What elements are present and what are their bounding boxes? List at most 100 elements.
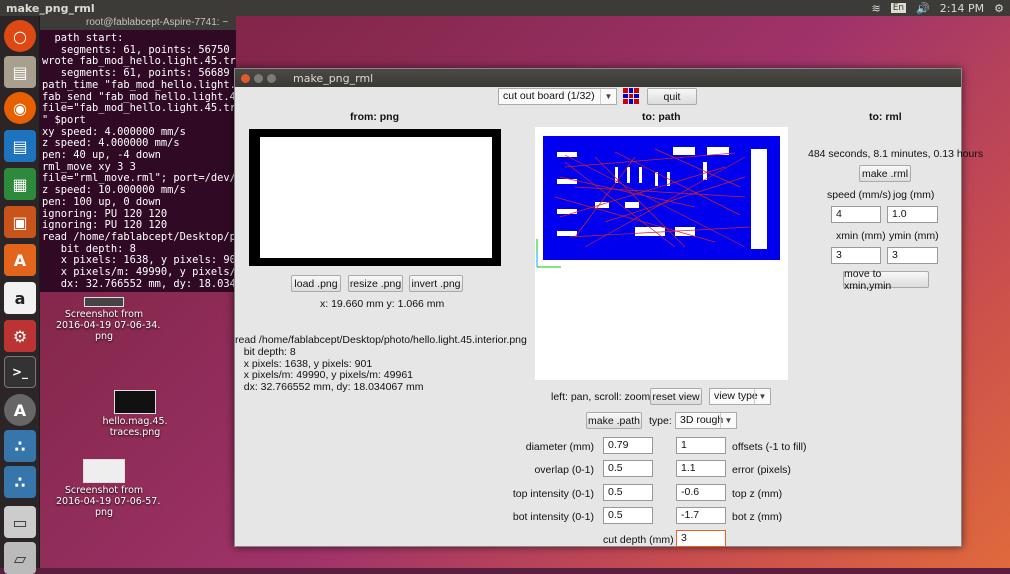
quit-button[interactable]: quit [647,88,697,105]
launcher: ○ ▤ ◉ ▤ ▦ ▣ A a ⚙ >_ A ∴ ∴ ▭ ▱ [0,16,40,574]
desktop-file-screenshot-2[interactable]: Screenshot from 2016-04-19 07-06-57. png [56,459,161,518]
terminal-line: x pixels/m: 49990, y pixels/m: [42,266,236,279]
pad-column [751,149,767,249]
view-type-select[interactable]: view type ▼ [709,388,771,405]
files-icon[interactable]: ▤ [4,56,36,88]
terminal-titlebar[interactable]: root@fablabcept-Aspire-7741: ~ [40,16,236,30]
path-type-select[interactable]: 3D rough ▼ [675,412,737,429]
window-titlebar[interactable]: make_png_rml [235,69,961,87]
wifi-icon[interactable]: ≋ [871,2,880,15]
jog-input[interactable]: 1.0 [887,206,938,223]
desktop-file-screenshot-1[interactable]: Screenshot from 2016-04-19 07-06-34. png [56,297,161,342]
cut-depth-input[interactable]: 3 [676,530,726,547]
writer-icon[interactable]: ▤ [4,130,36,162]
path-type-value: 3D rough [680,414,724,426]
minimize-icon[interactable] [254,73,263,83]
settings-icon[interactable]: ⚙ [4,320,36,352]
param-input[interactable]: 1.1 [676,460,726,477]
drive-icon[interactable]: ▭ [4,506,36,538]
terminal-window[interactable]: root@fablabcept-Aspire-7741: ~ path star… [40,16,236,292]
param-label: overlap (0-1) [534,464,594,476]
reset-view-button[interactable]: reset view [650,388,702,405]
window-title: make_png_rml [293,71,374,85]
chevron-down-icon: ▼ [600,89,616,104]
param-input[interactable]: 0.5 [603,460,653,477]
process-select-value: cut out board (1/32) [503,90,595,102]
make-png-rml-window[interactable]: make_png_rml cut out board (1/32) ▼ quit… [234,68,983,547]
terminal-line: dx: 32.766552 mm, dy: 18.034067 [42,277,236,290]
load-png-button[interactable]: load .png [291,275,341,292]
view-type-value: view type [714,390,758,402]
move-to-xmin-ymin-button[interactable]: move to xmin,ymin [843,268,929,292]
param-label: diameter (mm) [525,441,594,453]
system-tray: ≋ En 🔊 2:14 PM ⚙ [871,0,1010,16]
view-hint: left: pan, scroll: zoom [551,391,651,403]
png-preview[interactable] [249,129,501,266]
make-rml-button[interactable]: make .rml [859,165,911,182]
param-label: bot z (mm) [732,511,783,523]
clock[interactable]: 2:14 PM [940,2,984,15]
terminal-line: pen: 100 up, 0 down [42,195,161,208]
cut-depth-label: cut depth (mm) [603,534,674,546]
cursor-coordinates: x: 19.660 mm y: 1.066 mm [320,298,445,310]
volume-icon[interactable]: 🔊 [916,2,930,15]
param-input[interactable]: 0.5 [603,484,653,501]
amazon-icon[interactable]: a [4,282,36,314]
calc-icon[interactable]: ▦ [4,168,36,200]
make-path-button[interactable]: make .path [586,412,642,429]
keyboard-layout-indicator[interactable]: En [890,3,907,13]
speed-label: speed (mm/s) [827,189,892,201]
chevron-down-icon: ▼ [754,389,770,404]
impress-icon[interactable]: ▣ [4,206,36,238]
terminal-line: read /home/fablabcept/Desktop/photo [42,230,236,243]
grid-logo-icon [623,88,639,104]
ymin-input[interactable]: 3 [887,247,938,264]
terminal-line: pen: 40 up, -4 down [42,149,161,162]
param-input[interactable]: 0.5 [603,507,653,524]
python-icon[interactable]: ∴ [4,430,36,462]
ubuntu-dash-icon[interactable]: ○ [4,20,36,52]
terminal-icon[interactable]: >_ [4,356,36,388]
power-gear-icon[interactable]: ⚙ [994,2,1004,15]
window-body: cut out board (1/32) ▼ quit from: png to… [235,87,983,547]
from-png-header: from: png [350,111,399,123]
terminal-line: path_time "fab_mod_hello.light.45. [42,78,236,91]
param-input[interactable]: 0.79 [603,437,653,454]
xmin-input[interactable]: 3 [831,247,881,264]
to-rml-header: to: rml [869,111,902,123]
param-label: error (pixels) [732,464,791,476]
desktop-file-label: Screenshot from 2016-04-19 07-06-34. png [56,309,161,342]
terminal-line: path start: [42,32,124,44]
png-board-outline [260,137,492,258]
desktop-file-label: hello.mag.45. traces.png [102,416,168,438]
invert-png-button[interactable]: invert .png [409,275,463,292]
image-thumbnail [83,459,125,483]
software-center-icon[interactable]: A [4,244,36,276]
speed-input[interactable]: 4 [831,206,881,223]
resize-png-button[interactable]: resize .png [348,275,403,292]
param-input[interactable]: -1.7 [676,507,726,524]
param-label: top intensity (0-1) [512,488,594,500]
desktop-file-label: Screenshot from 2016-04-19 07-06-57. png [56,485,161,518]
path-preview[interactable] [535,127,788,380]
terminal-title: root@fablabcept-Aspire-7741: ~ [86,17,229,29]
firefox-icon[interactable]: ◉ [4,92,36,124]
python-icon-2[interactable]: ∴ [4,466,36,498]
close-icon[interactable] [241,73,250,83]
top-panel: make_png_rml ≋ En 🔊 2:14 PM ⚙ [0,0,1010,16]
time-estimate: 484 seconds, 8.1 minutes, 0.13 hours [808,148,984,160]
trash-icon[interactable]: ▱ [4,542,36,574]
toolpath-drawing [536,136,780,268]
chevron-down-icon: ▼ [720,413,736,428]
to-path-header: to: path [642,111,681,123]
maximize-icon[interactable] [267,73,276,83]
updater-icon[interactable]: A [4,394,36,426]
terminal-output: path start: segments: 61, points: 56750 w… [40,30,236,290]
desktop-file-hello-traces[interactable]: hello.mag.45. traces.png [100,390,170,438]
param-label: top z (mm) [732,488,783,500]
image-thumbnail [114,390,156,414]
param-input[interactable]: 1 [676,437,726,454]
terminal-line: " $port [42,113,86,126]
process-select[interactable]: cut out board (1/32) ▼ [498,88,617,105]
param-input[interactable]: -0.6 [676,484,726,501]
